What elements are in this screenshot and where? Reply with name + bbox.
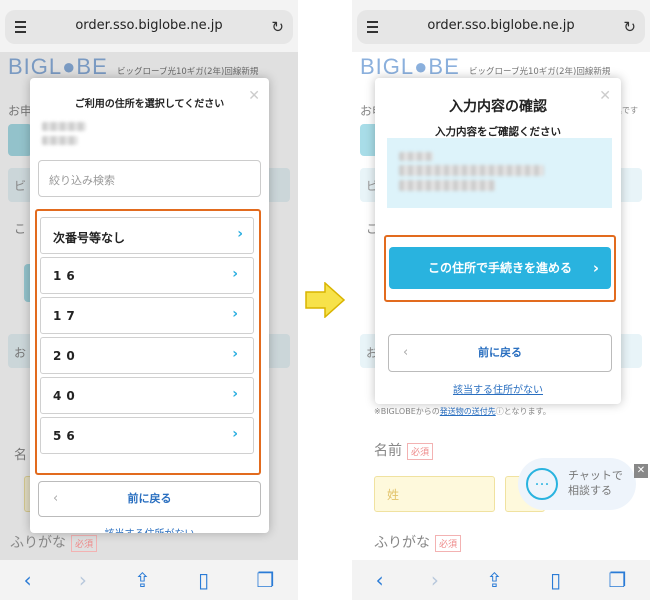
bookmarks-icon[interactable]: ▯ <box>550 568 561 592</box>
chevron-left-icon: ‹ <box>53 491 59 506</box>
no-address-link[interactable]: 該当する住所がない <box>375 381 621 396</box>
required-badge: 必須 <box>435 534 462 552</box>
blurred-address-3 <box>399 180 495 191</box>
back-button[interactable]: ‹ 前に戻る <box>38 481 261 517</box>
list-item[interactable]: 56 › <box>40 417 254 454</box>
name-label: 名前 必須 <box>374 440 434 460</box>
shipping-notice: ※BIGLOBEからの発送物の送付先ⓘとなります。 <box>374 406 551 417</box>
name-label-text: 名前 <box>374 443 402 459</box>
back-button-label: 前に戻る <box>127 492 172 505</box>
furigana-label: ふりがな 必須 <box>374 532 462 552</box>
tabs-overview-icon[interactable]: ❐ <box>608 568 626 592</box>
item-label: 次番号等なし <box>53 231 126 245</box>
required-badge: 必須 <box>407 442 434 460</box>
list-item[interactable]: 17 › <box>40 297 254 334</box>
highlight-frame: この住所で手続きを進める › <box>384 235 616 302</box>
list-item[interactable]: 40 › <box>40 377 254 414</box>
back-button[interactable]: ‹ 前に戻る <box>388 334 612 372</box>
left-phone-screen: order.sso.biglobe.ne.jp ↻ BIGL●BE ビッグローブ… <box>0 0 298 600</box>
reload-icon[interactable]: ↻ <box>623 18 636 36</box>
item-label: 16 <box>53 269 80 283</box>
chevron-right-icon: › <box>232 266 243 282</box>
address-bar[interactable]: order.sso.biglobe.ne.jp ↻ <box>5 10 293 44</box>
forward-icon[interactable]: › <box>431 568 439 592</box>
list-item[interactable]: 16 › <box>40 257 254 294</box>
blurred-address <box>42 122 86 131</box>
plan-name: ビッグローブ光10ギガ(2年)回線新規 <box>469 67 611 77</box>
address-bar[interactable]: order.sso.biglobe.ne.jp ↻ <box>357 10 645 44</box>
chevron-right-icon: › <box>232 346 243 362</box>
modal-title: ご利用の住所を選択してください <box>74 99 225 110</box>
share-icon[interactable]: ⇪ <box>486 568 503 592</box>
url-text: order.sso.biglobe.ne.jp <box>75 18 223 33</box>
back-button-label: 前に戻る <box>478 346 522 359</box>
chat-label: チャットで 相談する <box>568 468 623 498</box>
item-label: 17 <box>53 309 80 323</box>
chevron-left-icon: ‹ <box>403 345 409 360</box>
chat-button[interactable]: … チャットで相談する <box>518 458 636 510</box>
address-confirm-box <box>387 138 612 208</box>
right-phone-screen: order.sso.biglobe.ne.jp ↻ BIGL●BE ビッグローブ… <box>352 0 650 600</box>
chevron-right-icon: › <box>592 259 599 277</box>
right-arrow-icon <box>305 282 345 318</box>
reload-icon[interactable]: ↻ <box>271 18 284 36</box>
address-list: 次番号等なし › 16 › 17 › 20 › 40 › 56 › <box>35 209 261 475</box>
required-badge: 必須 <box>71 534 98 552</box>
close-icon[interactable]: ✕ <box>634 464 648 478</box>
item-label: 40 <box>53 389 80 403</box>
tabs-overview-icon[interactable]: ❐ <box>256 568 274 592</box>
furigana-text: ふりがな <box>10 535 66 551</box>
bookmarks-icon[interactable]: ▯ <box>198 568 209 592</box>
list-item[interactable]: 20 › <box>40 337 254 374</box>
chevron-right-icon: › <box>237 226 243 242</box>
chat-icon: … <box>526 468 558 500</box>
furigana-label: ふりがな 必須 <box>10 532 98 552</box>
blurred-address <box>399 152 433 161</box>
furigana-text: ふりがな <box>374 535 430 551</box>
chevron-right-icon: › <box>232 426 243 442</box>
browser-toolbar: ‹ › ⇪ ▯ ❐ <box>0 560 298 600</box>
item-label: 56 <box>53 429 80 443</box>
no-address-link[interactable]: 該当する住所がない <box>30 525 269 533</box>
back-icon[interactable]: ‹ <box>376 568 384 592</box>
info-icon: ⓘ <box>495 407 504 416</box>
shipping-address-link[interactable]: 発送物の送付先 <box>440 407 496 416</box>
url-text: order.sso.biglobe.ne.jp <box>427 18 575 33</box>
chevron-right-icon: › <box>232 306 243 322</box>
address-select-modal: ✕ ご利用の住所を選択してください 絞り込み検索 次番号等なし › 16 › 17 ›… <box>30 78 269 533</box>
chat-line-1: チャットで <box>568 469 623 482</box>
list-item[interactable]: 次番号等なし › <box>40 217 254 254</box>
modal-title: 入力内容の確認 <box>449 99 547 115</box>
search-input[interactable]: 絞り込み検索 <box>38 160 261 197</box>
chevron-right-icon: › <box>232 386 243 402</box>
forward-icon[interactable]: › <box>79 568 87 592</box>
item-label: 20 <box>53 349 80 363</box>
browser-toolbar: ‹ › ⇪ ▯ ❐ <box>352 560 650 600</box>
modal-subtitle: 入力内容をご確認ください <box>435 126 561 138</box>
proceed-label: この住所で手続きを進める <box>427 261 572 275</box>
blurred-address-2 <box>42 136 78 145</box>
notice-tail: となります。 <box>503 407 551 416</box>
biglobe-logo: BIGL●BE <box>360 54 460 79</box>
chat-line-2: 相談する <box>568 484 612 497</box>
proceed-button[interactable]: この住所で手続きを進める › <box>389 247 611 289</box>
share-icon[interactable]: ⇪ <box>134 568 151 592</box>
surname-input[interactable]: 姓 <box>374 476 495 512</box>
back-icon[interactable]: ‹ <box>24 568 32 592</box>
blurred-address-2 <box>399 165 544 176</box>
notice-text: ※BIGLOBEからの <box>374 407 440 416</box>
